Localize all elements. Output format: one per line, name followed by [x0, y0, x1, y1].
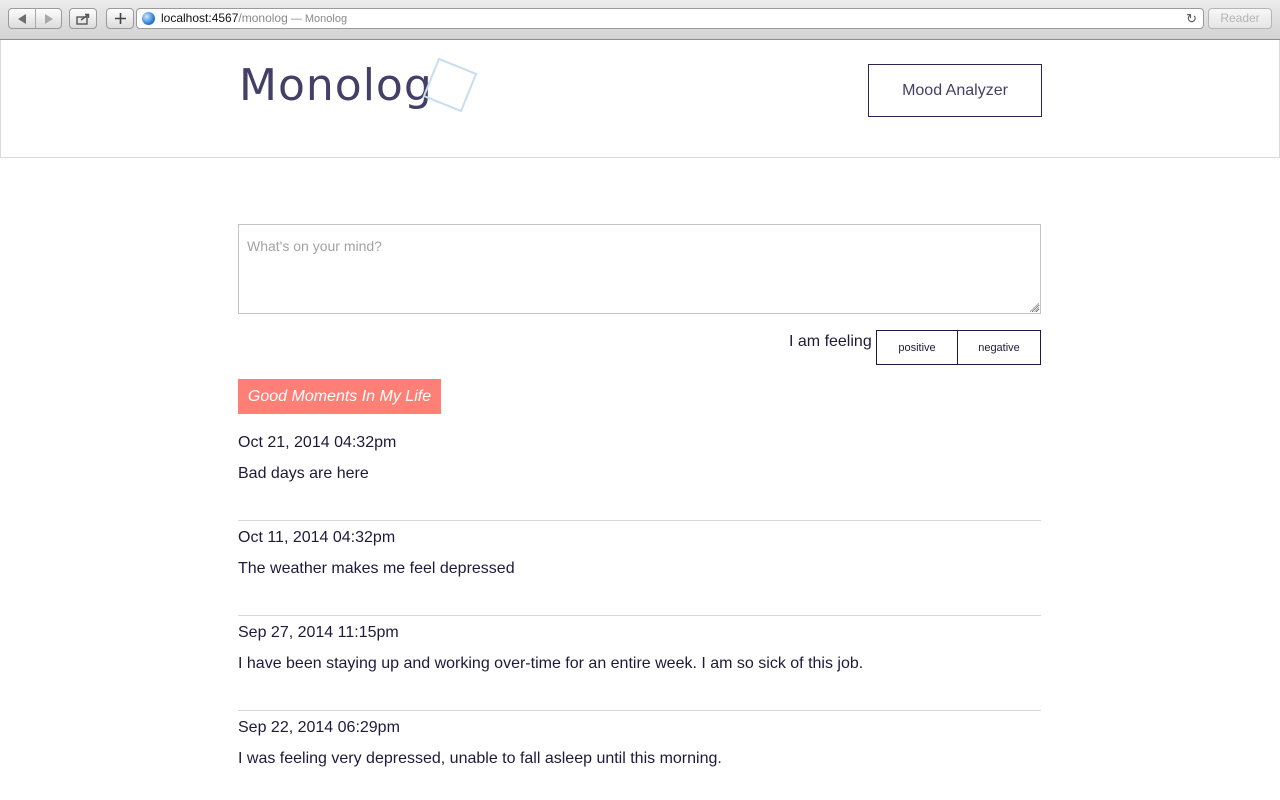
- reload-icon[interactable]: ↻: [1186, 9, 1197, 28]
- post-input[interactable]: [238, 224, 1041, 314]
- new-tab-button-group: [106, 8, 134, 29]
- plus-icon: [114, 13, 126, 24]
- share-icon: [76, 13, 90, 25]
- entry-date: Oct 11, 2014 04:32pm: [238, 529, 396, 546]
- list-item: Sep 22, 2014 06:29pm I was feeling very …: [238, 711, 1041, 800]
- address-host: localhost:4567: [161, 11, 239, 25]
- address-page-title: — Monolog: [287, 13, 348, 25]
- forward-button[interactable]: [35, 9, 61, 28]
- feeling-label: I am feeling: [789, 333, 872, 350]
- site-logo[interactable]: Monolog: [239, 60, 433, 111]
- share-button[interactable]: [70, 9, 96, 28]
- positive-button[interactable]: positive: [876, 330, 958, 365]
- resize-grip-icon[interactable]: [1030, 303, 1039, 312]
- list-item: Oct 11, 2014 04:32pm The weather makes m…: [238, 521, 1041, 616]
- reader-button[interactable]: Reader: [1208, 8, 1272, 29]
- good-moments-filter[interactable]: Good Moments In My Life: [238, 379, 441, 414]
- entry-date: Sep 27, 2014 11:15pm: [238, 624, 399, 641]
- address-bar[interactable]: localhost:4567/monolog — Monolog ↻: [136, 8, 1204, 29]
- entry-list: Oct 21, 2014 04:32pm Bad days are here O…: [238, 426, 1041, 800]
- entry-text: I was feeling very depressed, unable to …: [238, 750, 722, 767]
- entry-text: Bad days are here: [238, 465, 369, 482]
- entry-text: The weather makes me feel depressed: [238, 560, 515, 577]
- entry-date: Oct 21, 2014 04:32pm: [238, 434, 397, 451]
- share-button-group: [69, 8, 97, 29]
- globe-icon: [142, 12, 155, 25]
- entry-date: Sep 22, 2014 06:29pm: [238, 719, 400, 736]
- new-tab-button[interactable]: [107, 9, 133, 28]
- negative-button[interactable]: negative: [957, 330, 1041, 365]
- site-header: Monolog Mood Analyzer: [0, 40, 1280, 158]
- browser-toolbar: localhost:4567/monolog — Monolog ↻ Reade…: [0, 0, 1280, 40]
- back-arrow-icon: [18, 13, 26, 24]
- nav-button-group: [8, 8, 62, 29]
- mood-analyzer-button[interactable]: Mood Analyzer: [868, 64, 1042, 117]
- forward-arrow-icon: [44, 13, 53, 24]
- list-item: Sep 27, 2014 11:15pm I have been staying…: [238, 616, 1041, 711]
- address-path: /monolog: [238, 11, 288, 25]
- entry-text: I have been staying up and working over-…: [238, 655, 864, 672]
- list-item: Oct 21, 2014 04:32pm Bad days are here: [238, 426, 1041, 521]
- back-button[interactable]: [9, 9, 35, 28]
